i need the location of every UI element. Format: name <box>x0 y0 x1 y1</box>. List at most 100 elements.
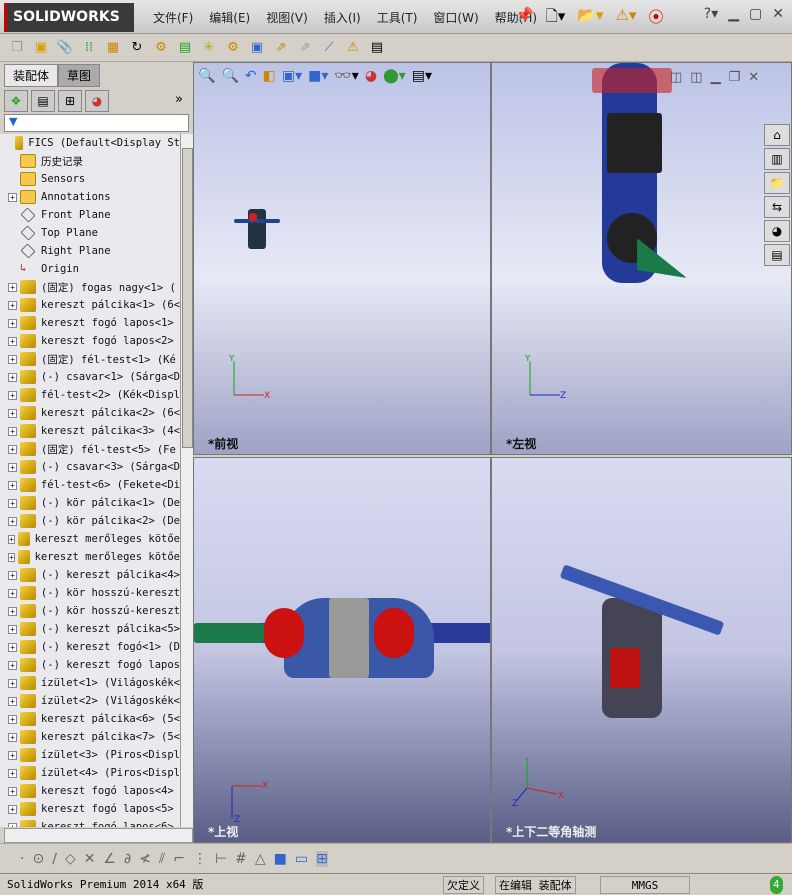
feature-manager-icon[interactable]: ❖ <box>4 90 28 112</box>
traffic-light-icon[interactable]: ⦿ <box>648 6 663 31</box>
notification-badge[interactable]: 4 <box>770 876 783 894</box>
tangent-icon[interactable]: ◇ <box>65 851 76 867</box>
expand-icon[interactable]: + <box>8 642 17 652</box>
close-button[interactable]: ✕ <box>772 6 784 22</box>
design-library-icon[interactable]: ▥ <box>764 148 790 170</box>
tree-item[interactable]: + kereszt merőleges kötőe <box>0 548 180 566</box>
layout-icon[interactable]: ⊞ <box>316 850 328 867</box>
viewport-isometric[interactable]: Y X Z *上下二等角轴测 <box>491 457 792 843</box>
help-icon[interactable]: ?▾ <box>704 6 718 22</box>
zoom-to-area-icon[interactable]: 🔍 <box>221 68 238 84</box>
viewport-restore-button[interactable]: ❐ <box>729 70 741 85</box>
expand-icon[interactable]: + <box>8 444 17 454</box>
menu-tools[interactable]: 工具(T) <box>369 9 426 26</box>
circle-icon[interactable]: ⊙ <box>32 851 44 867</box>
tree-item[interactable]: + kereszt pálcika<3> (4< <box>0 422 180 440</box>
point-icon[interactable]: · <box>20 851 24 867</box>
menu-view[interactable]: 视图(V) <box>258 9 316 26</box>
previous-view-icon[interactable]: ↶ <box>245 68 257 84</box>
display-style-icon[interactable]: ■▾ <box>308 68 328 84</box>
configuration-manager-icon[interactable]: ⊞ <box>58 90 82 112</box>
box-icon[interactable]: ■ <box>274 851 287 867</box>
file-explorer-icon[interactable]: 📁 <box>764 172 790 194</box>
dimension-icon[interactable]: ⊢ <box>215 851 227 867</box>
expand-icon[interactable]: + <box>8 588 17 598</box>
bill-of-materials-icon[interactable]: ▣ <box>248 39 266 57</box>
viewport-left[interactable]: Y Z *左视 <box>491 62 792 455</box>
tree-item[interactable]: + (-) csavar<3> (Sárga<D <box>0 458 180 476</box>
tree-item[interactable]: + (-) kör hosszú-kereszt <box>0 602 180 620</box>
expand-icon[interactable]: + <box>8 678 17 688</box>
expand-icon[interactable]: + <box>8 552 16 562</box>
expand-icon[interactable]: + <box>8 300 17 310</box>
expand-icon[interactable]: + <box>8 192 17 202</box>
tree-item[interactable]: Right Plane <box>0 242 180 260</box>
perpendicular-icon[interactable]: ≮ <box>139 851 151 867</box>
pattern-icon[interactable]: ⁞⁞ <box>80 39 98 57</box>
zoom-to-fit-icon[interactable]: 🔍 <box>198 68 215 84</box>
viewport-close-button[interactable]: ✕ <box>748 70 759 85</box>
exploded-view-icon[interactable]: ⇗ <box>272 39 290 57</box>
move-component-icon[interactable]: ↻ <box>128 39 146 57</box>
explode-line-icon[interactable]: ⇗ <box>296 39 314 57</box>
menu-file[interactable]: 文件(F) <box>145 9 201 26</box>
viewport-top[interactable]: X Z *上视 <box>193 457 491 843</box>
tree-item[interactable]: + kereszt fogó lapos<5> <box>0 800 180 818</box>
expand-icon[interactable]: + <box>8 498 17 508</box>
tree-item[interactable]: + (-) kör pálcika<1> (De <box>0 494 180 512</box>
expand-icon[interactable]: + <box>8 660 17 670</box>
expand-icon[interactable]: + <box>8 786 17 796</box>
property-manager-icon[interactable]: ▤ <box>31 90 55 112</box>
parallel-icon[interactable]: ⫽ <box>159 851 165 867</box>
expand-icon[interactable]: + <box>8 570 17 580</box>
expand-icon[interactable]: + <box>8 426 17 436</box>
filter-input[interactable]: ▼ <box>4 114 189 132</box>
tree-item[interactable]: + (固定) fél-test<1> (Ké <box>0 350 180 368</box>
section-view-icon[interactable]: ◧ <box>263 68 276 84</box>
triangle-icon[interactable]: △ <box>255 851 266 867</box>
expand-icon[interactable]: + <box>8 750 17 760</box>
clearance-icon[interactable]: ⚠ <box>344 39 362 57</box>
interference-detection-icon[interactable]: ⟋ <box>320 39 338 57</box>
tree-item[interactable]: FICS (Default<Display St <box>0 134 180 152</box>
tree-item[interactable]: + (固定) fogas nagy<1> ( <box>0 278 180 296</box>
concentric-icon[interactable]: ∂ <box>124 851 131 867</box>
expand-icon[interactable]: + <box>8 390 17 400</box>
tree-item[interactable]: + kereszt pálcika<1> (6< <box>0 296 180 314</box>
view-settings-icon[interactable]: ▤▾ <box>412 68 432 84</box>
open-component-icon[interactable]: ▣ <box>32 39 50 57</box>
tree-item[interactable]: + (-) kör hosszú-kereszt <box>0 584 180 602</box>
apply-scene-icon[interactable]: ⬤▾ <box>383 68 406 84</box>
tree-item[interactable]: + (-) kör pálcika<2> (De <box>0 512 180 530</box>
unit-system[interactable]: MMGS <box>600 876 690 894</box>
view-palette-icon[interactable]: ⇆ <box>764 196 790 218</box>
expand-icon[interactable]: + <box>8 804 17 814</box>
display-manager-icon[interactable]: ◕ <box>85 90 109 112</box>
expand-icon[interactable]: + <box>8 336 17 346</box>
menu-window[interactable]: 窗口(W) <box>425 9 486 26</box>
expand-icon[interactable]: + <box>8 354 17 364</box>
tree-item[interactable]: + kereszt fogó lapos<1> <box>0 314 180 332</box>
tree-item[interactable]: 历史记录 <box>0 152 180 170</box>
expand-icon[interactable]: + <box>8 480 17 490</box>
tree-item[interactable]: ↳ Origin <box>0 260 180 278</box>
mate-icon[interactable]: 📎 <box>56 39 74 57</box>
new-document-icon[interactable]: 🗋▾ <box>546 6 566 31</box>
tree-item[interactable]: + ízület<2> (Világoskék< <box>0 692 180 710</box>
tree-item[interactable]: + kereszt fogó lapos<2> <box>0 332 180 350</box>
tree-item[interactable]: + kereszt merőleges kötőe <box>0 530 180 548</box>
tree-item[interactable]: + kereszt pálcika<2> (6< <box>0 404 180 422</box>
show-hidden-icon[interactable]: ⚙ <box>152 39 170 57</box>
tree-item[interactable]: + fél-test<6> (Fekete<Di <box>0 476 180 494</box>
hide-show-items-icon[interactable]: 👓▾ <box>334 68 358 84</box>
expand-icon[interactable]: + <box>8 372 17 382</box>
expand-icon[interactable]: + <box>8 408 17 418</box>
corner-icon[interactable]: ⌐ <box>173 851 185 867</box>
expand-icon[interactable]: + <box>8 624 17 634</box>
tree-item[interactable]: + (-) kereszt fogó<1> (D <box>0 638 180 656</box>
tree-item[interactable]: + (-) kereszt pálcika<5> <box>0 620 180 638</box>
menu-insert[interactable]: 插入(I) <box>316 9 369 26</box>
collapse-right-icon[interactable]: ◫ <box>690 70 702 85</box>
expand-icon[interactable]: + <box>8 462 17 472</box>
tree-item[interactable]: + kereszt fogó lapos<6> <box>0 818 180 827</box>
